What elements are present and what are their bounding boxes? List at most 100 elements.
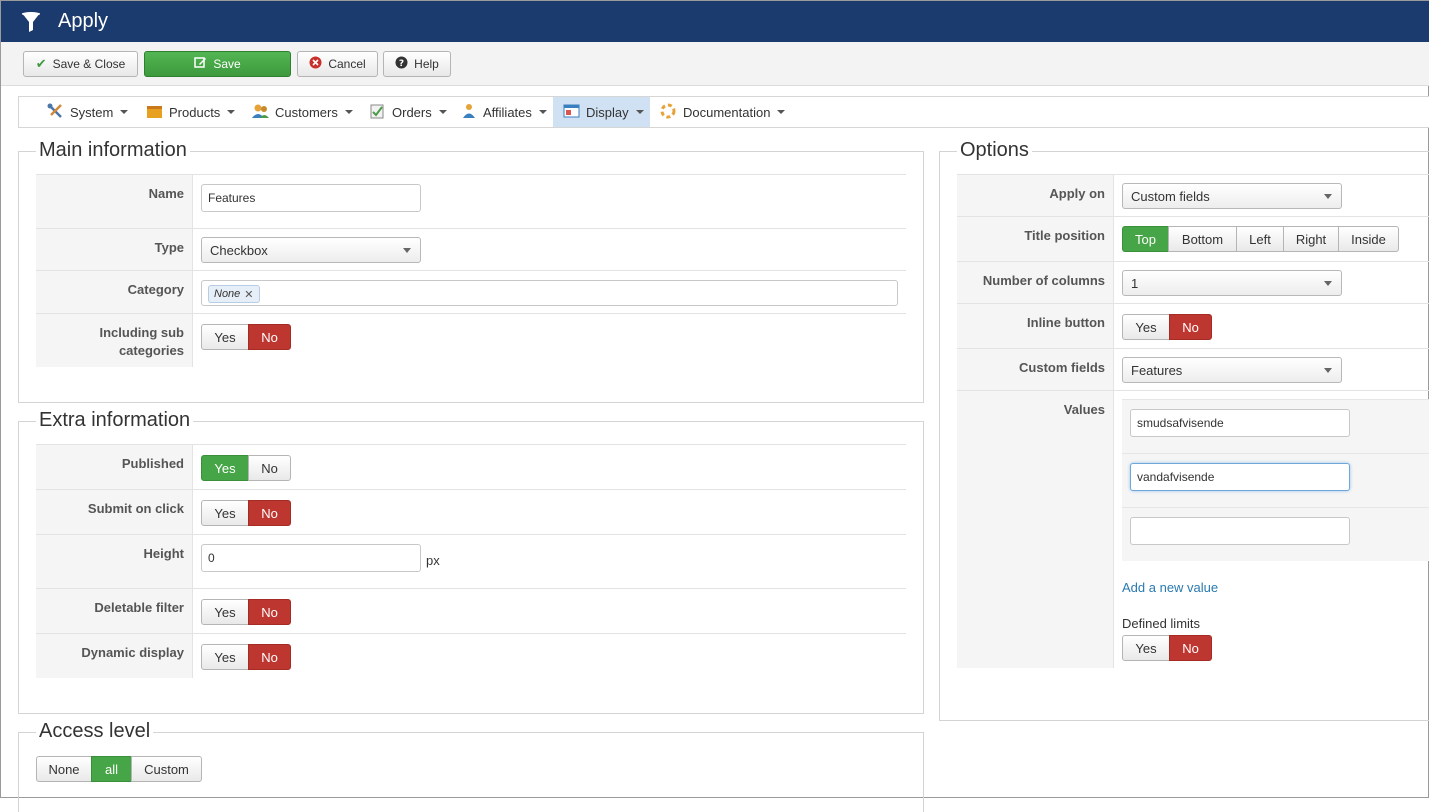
edit-icon [194,56,207,72]
submit-on-click-no[interactable]: No [248,500,291,526]
tools-icon [47,103,65,122]
height-input[interactable]: 0 [201,544,421,572]
number-of-columns-value: 1 [1131,275,1139,291]
published-label: Published [121,456,184,471]
page-title: Apply [58,10,109,32]
main-menu: System Products Customers Orders Affilia… [18,96,1429,128]
inline-button-no[interactable]: No [1169,314,1212,340]
number-of-columns-select[interactable]: 1 [1122,270,1342,296]
access-none[interactable]: None [36,756,92,782]
save-label: Save [213,57,241,71]
custom-fields-select[interactable]: Features [1122,357,1342,383]
save-button[interactable]: Save [144,51,291,77]
title-position-right[interactable]: Right [1283,226,1339,252]
custom-fields-label: Custom fields [1019,360,1105,375]
row-dynamic-display: Dynamic display Yes No [36,633,906,678]
clipboard-icon [369,103,387,122]
row-submit-on-click: Submit on click Yes No [36,489,906,534]
name-input[interactable]: Features [201,184,421,212]
remove-tag-icon[interactable]: ✕ [244,288,253,301]
submit-on-click-yes[interactable]: Yes [201,500,249,526]
help-label: Help [414,57,439,71]
value-input[interactable]: smudsafvisende [1130,409,1350,437]
row-values: Values smudsafvisende vandafvisende Add … [957,390,1429,668]
box-icon [146,103,164,122]
including-sub-no[interactable]: No [248,324,291,350]
save-close-label: Save & Close [52,57,126,71]
menu-system[interactable]: System [47,97,129,127]
menu-system-label: System [70,104,114,120]
values-label: Values [1063,402,1105,417]
dynamic-display-toggle: Yes No [201,644,291,670]
menu-customers-label: Customers [275,104,338,120]
menu-affiliates-label: Affiliates [483,104,532,120]
extra-information-legend: Extra information [36,409,194,432]
menu-orders[interactable]: Orders [369,97,447,127]
including-sub-label: Including sub categories [99,325,185,358]
chevron-down-icon [403,248,411,253]
category-label: Category [127,282,184,297]
dynamic-display-no[interactable]: No [248,644,291,670]
inline-button-yes[interactable]: Yes [1122,314,1170,340]
menu-display[interactable]: Display [553,97,650,127]
including-sub-toggle: Yes No [201,324,291,350]
chevron-down-icon [438,110,447,114]
chevron-down-icon [227,110,236,114]
value-input[interactable] [1130,517,1350,545]
title-position-top[interactable]: Top [1122,226,1169,252]
row-inline-button: Inline button Yes No [957,303,1429,348]
menu-display-label: Display [586,104,629,120]
menu-products[interactable]: Products [146,97,236,127]
help-ring-icon [660,103,678,122]
deletable-filter-no[interactable]: No [248,599,291,625]
including-sub-yes[interactable]: Yes [201,324,249,350]
users-icon [252,103,270,122]
apply-on-select[interactable]: Custom fields [1122,183,1342,209]
menu-products-label: Products [169,104,221,120]
apply-on-label: Apply on [1049,186,1105,201]
dynamic-display-yes[interactable]: Yes [201,644,249,670]
type-label: Type [154,240,184,255]
chevron-down-icon [120,110,129,114]
access-all[interactable]: all [91,756,132,782]
add-new-value-link[interactable]: Add a new value [1122,580,1218,595]
chevron-down-icon [538,110,547,114]
defined-limits-label: Defined limits [1122,616,1201,631]
inline-button-toggle: Yes No [1122,314,1212,340]
inline-button-label: Inline button [1027,315,1105,330]
height-label: Height [143,546,184,561]
menu-affiliates[interactable]: Affiliates [460,97,547,127]
row-type: Type Checkbox [36,228,906,270]
menu-documentation[interactable]: Documentation [660,97,786,127]
published-no[interactable]: No [248,455,291,481]
chevron-down-icon [635,110,644,114]
title-position-bottom[interactable]: Bottom [1168,226,1237,252]
svg-text:?: ? [399,59,404,69]
help-button[interactable]: ? Help [383,51,451,77]
value-row: vandafvisende [1122,453,1429,507]
deletable-filter-label: Deletable filter [94,600,184,615]
menu-customers[interactable]: Customers [252,97,353,127]
submit-on-click-label: Submit on click [87,501,184,516]
row-deletable-filter: Deletable filter Yes No [36,588,906,633]
cancel-button[interactable]: Cancel [297,51,378,77]
value-input[interactable]: vandafvisende [1130,463,1350,491]
row-name: Name Features [36,174,906,228]
chevron-down-icon [344,110,353,114]
title-position-label: Title position [1024,228,1105,243]
deletable-filter-toggle: Yes No [201,599,291,625]
row-height: Height 0 px [36,534,906,588]
custom-fields-value: Features [1131,362,1183,378]
category-input[interactable]: None ✕ [201,280,898,306]
type-select[interactable]: Checkbox [201,237,421,263]
defined-limits-yes[interactable]: Yes [1122,635,1170,661]
access-custom[interactable]: Custom [131,756,202,782]
title-position-inside[interactable]: Inside [1338,226,1399,252]
deletable-filter-yes[interactable]: Yes [201,599,249,625]
title-position-left[interactable]: Left [1236,226,1284,252]
defined-limits-no[interactable]: No [1169,635,1212,661]
access-level-toggle: None all Custom [36,756,202,782]
question-icon: ? [395,56,408,72]
save-close-button[interactable]: ✔ Save & Close [23,51,138,77]
published-yes[interactable]: Yes [201,455,249,481]
